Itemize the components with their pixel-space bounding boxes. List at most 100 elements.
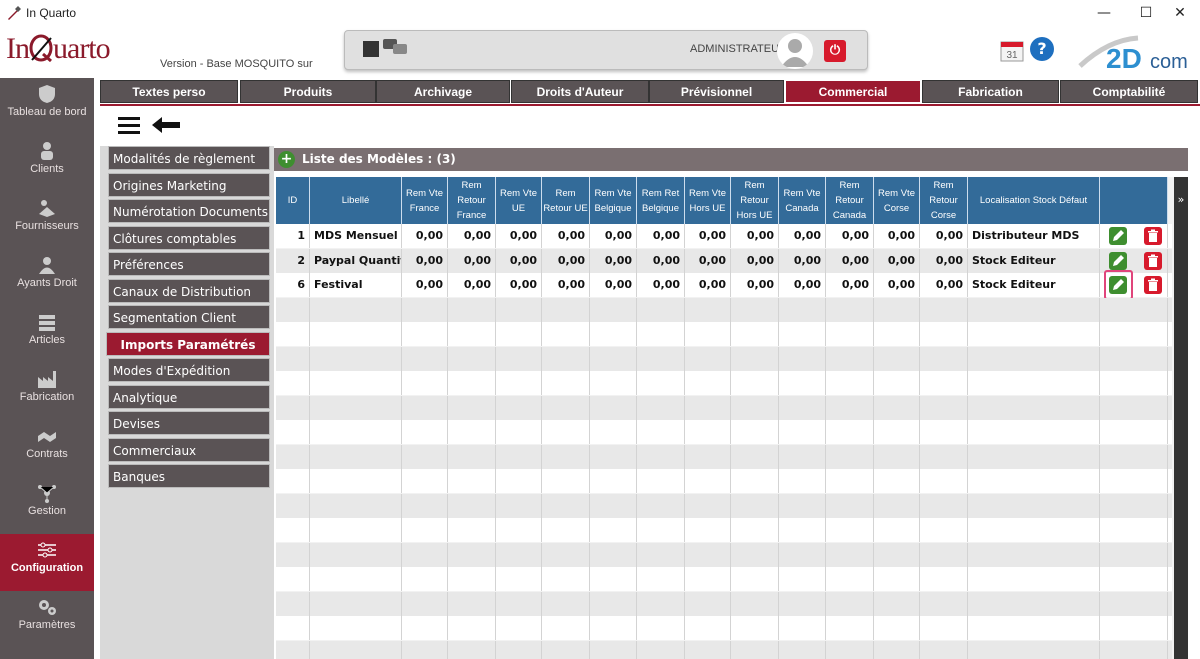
empty-row [276, 542, 1172, 567]
submenu-item[interactable]: Clôtures comptables [108, 225, 270, 250]
table-cell [779, 371, 826, 395]
column-header[interactable]: Rem Vte Corse [874, 177, 920, 224]
column-header[interactable]: Libellé [310, 177, 402, 224]
table-cell [637, 444, 685, 469]
table-cell [310, 346, 402, 371]
tab-droits-d-auteur[interactable]: Droits d'Auteur [511, 80, 649, 103]
submenu-item[interactable]: Canaux de Distribution [108, 278, 270, 303]
column-header[interactable]: Rem Retour Canada [826, 177, 874, 224]
sidebar-item-param-tres[interactable]: Paramètres [0, 591, 94, 648]
submenu-item[interactable]: Préférences [108, 252, 270, 276]
edit-icon[interactable] [1109, 227, 1127, 245]
chat-icon[interactable] [383, 39, 409, 57]
table-cell [496, 493, 542, 518]
help-button[interactable]: ? [1030, 37, 1054, 61]
tab-fabrication[interactable]: Fabrication [922, 80, 1059, 103]
submenu-item[interactable]: Numérotation Documents [108, 199, 270, 223]
tab-commercial[interactable]: Commercial [785, 80, 921, 103]
column-header[interactable]: Rem Vte Hors UE [685, 177, 731, 224]
table-row[interactable]: 2Paypal Quantité0,000,000,000,000,000,00… [276, 248, 1172, 273]
tab-textes-perso[interactable]: Textes perso [100, 80, 238, 103]
table-cell [496, 444, 542, 469]
edit-icon[interactable] [1109, 251, 1127, 270]
submenu-item[interactable]: Modalités de règlement [108, 146, 270, 170]
delete-icon[interactable] [1144, 227, 1162, 245]
column-chooser-icon[interactable]: » [1174, 193, 1188, 206]
table-cell [920, 420, 968, 444]
clients-icon [41, 142, 53, 160]
brand-suffix: com [1150, 51, 1188, 73]
table-cell [402, 346, 448, 371]
column-header[interactable]: ID [276, 177, 310, 224]
minimize-button[interactable]: — [1084, 2, 1124, 24]
row-actions [1100, 371, 1168, 395]
column-header[interactable]: Localisation Stock Défaut [968, 177, 1100, 224]
sidebar-item-ayants-droit[interactable]: Ayants Droit [0, 249, 94, 306]
sidebar-item-fabrication[interactable]: Fabrication [0, 363, 94, 420]
table-cell [590, 469, 637, 493]
submenu-item[interactable]: Segmentation Client [108, 305, 270, 329]
calendar-icon[interactable]: 31 [1000, 38, 1024, 62]
tab-comptabilit-[interactable]: Comptabilité [1060, 80, 1198, 103]
close-button[interactable]: ✕ [1160, 2, 1200, 24]
menu-icon[interactable] [118, 117, 140, 134]
column-header[interactable]: Rem Vte Canada [779, 177, 826, 224]
table-cell [826, 395, 874, 420]
table-cell: 0,00 [826, 273, 874, 297]
sidebar-item-tableau-de-bord[interactable]: Tableau de bord [0, 78, 94, 135]
table-cell [496, 616, 542, 640]
column-header[interactable]: Rem Vte UE [496, 177, 542, 224]
sidebar-item-fournisseurs[interactable]: Fournisseurs [0, 192, 94, 249]
table-cell [542, 640, 590, 659]
delete-icon[interactable] [1144, 276, 1162, 294]
submenu-item[interactable]: Banques [108, 464, 270, 488]
table-cell [968, 322, 1100, 346]
table-cell [496, 518, 542, 542]
table-cell [968, 518, 1100, 542]
sidebar-item-gestion[interactable]: Gestion [0, 477, 94, 534]
column-header[interactable]: Rem Vte France [402, 177, 448, 224]
table-row[interactable]: 1 MDS Mensuel 0,00 0,00 0,00 0,00 0,00 0,00 0,00… [276, 224, 1172, 248]
submenu-item[interactable]: Devises [108, 411, 270, 435]
table-row[interactable]: 6 Festival 0,00 0,00 0,00 0,00 0,00 0,00 0,00 0,0… [276, 270, 1172, 300]
row-actions [1100, 270, 1168, 300]
table-cell [920, 518, 968, 542]
back-arrow-icon[interactable] [152, 117, 180, 133]
table-cell: 0,00 [637, 273, 685, 297]
power-button[interactable]: ⏻ [824, 40, 846, 62]
table-cell [496, 640, 542, 659]
sidebar-item-configuration[interactable]: Configuration [0, 534, 94, 591]
submenu-item[interactable]: Imports Paramétrés [106, 331, 270, 356]
submenu-item[interactable]: Commerciaux [108, 437, 270, 462]
table-cell [402, 444, 448, 469]
avatar[interactable] [777, 33, 813, 69]
column-header[interactable]: Rem Ret Belgique [637, 177, 685, 224]
window-square-icon[interactable] [363, 41, 379, 57]
vertical-scrollbar[interactable]: » [1174, 177, 1188, 659]
add-model-button[interactable]: + [278, 151, 295, 168]
column-header[interactable]: Rem Retour Corse [920, 177, 968, 224]
table-cell [874, 567, 920, 591]
column-header[interactable]: Rem Retour UE [542, 177, 590, 224]
delete-icon[interactable] [1144, 251, 1162, 270]
empty-row [276, 371, 1172, 395]
tab-archivage[interactable]: Archivage [376, 80, 510, 103]
sidebar-item-clients[interactable]: Clients [0, 135, 94, 192]
table-cell [590, 395, 637, 420]
tab-pr-visionnel[interactable]: Prévisionnel [649, 80, 784, 103]
table-cell: 0,00 [448, 224, 496, 248]
table-cell [731, 371, 779, 395]
sidebar-item-articles[interactable]: Articles [0, 306, 94, 363]
column-header[interactable]: Rem Vte Belgique [590, 177, 637, 224]
column-header[interactable]: Rem Retour Hors UE [731, 177, 779, 224]
table-cell [542, 469, 590, 493]
models-table: ID Libellé Rem Vte France Rem Retour France… [276, 177, 1188, 659]
table-cell: 0,00 [590, 224, 637, 248]
submenu-item[interactable]: Modes d'Expédition [108, 358, 270, 382]
table-cell [968, 591, 1100, 616]
submenu-item[interactable]: Analytique [108, 384, 270, 409]
sidebar-item-contrats[interactable]: Contrats [0, 420, 94, 477]
tab-produits[interactable]: Produits [240, 80, 376, 103]
submenu-item[interactable]: Origines Marketing [108, 172, 270, 197]
column-header[interactable]: Rem Retour France [448, 177, 496, 224]
